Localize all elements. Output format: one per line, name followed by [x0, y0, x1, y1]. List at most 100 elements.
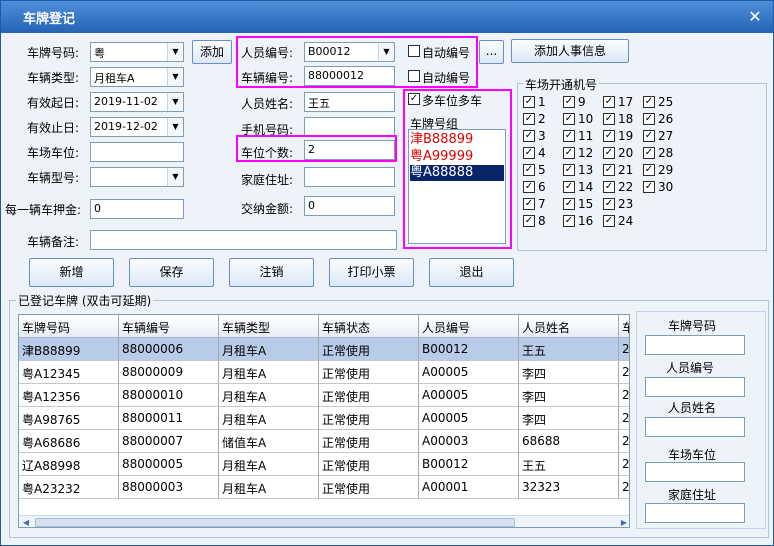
machine-number: 8	[538, 214, 546, 228]
scroll-thumb[interactable]	[35, 518, 515, 527]
machine-checkbox[interactable]: ✓	[603, 215, 615, 227]
table-cell: 津B88899	[19, 338, 119, 361]
new-button[interactable]: 新增	[29, 258, 114, 287]
machine-checkbox[interactable]: ✓	[603, 130, 615, 142]
remark-input[interactable]	[90, 230, 397, 250]
machine-number: 24	[618, 214, 634, 228]
table-cell: 月租车A	[219, 361, 319, 384]
search-plate-input[interactable]	[645, 335, 745, 355]
search-space-input[interactable]	[645, 462, 745, 482]
machine-checkbox[interactable]: ✓	[563, 147, 575, 159]
machine-checkbox[interactable]: ✓	[523, 130, 535, 142]
vehicle-type-combo[interactable]: 月租车A ▼	[90, 67, 184, 87]
machine-checkbox[interactable]: ✓	[603, 96, 615, 108]
machine-checkbox[interactable]: ✓	[643, 113, 655, 125]
column-header[interactable]: 人员编号	[419, 315, 519, 338]
table-cell: 20	[619, 476, 629, 499]
machines-group	[517, 83, 767, 251]
table-row[interactable]: 粤A6868688000007储值车A正常使用A000036868820	[19, 430, 629, 453]
close-icon[interactable]: ✕	[745, 7, 765, 27]
chevron-down-icon[interactable]: ▼	[167, 168, 183, 186]
table-cell: 王五	[519, 338, 619, 361]
registered-table[interactable]: 车牌号码 车辆编号 车辆类型 车辆状态 人员编号 人员姓名 车 津B888998…	[18, 314, 630, 528]
machine-checkbox[interactable]: ✓	[563, 164, 575, 176]
column-header[interactable]: 车辆类型	[219, 315, 319, 338]
machine-checkbox[interactable]: ✓	[643, 164, 655, 176]
end-date-picker[interactable]: 2019-12-02 ▼	[90, 117, 184, 137]
machine-number: 28	[658, 146, 674, 160]
machine-checkbox[interactable]: ✓	[603, 164, 615, 176]
machine-checkbox[interactable]: ✓	[523, 215, 535, 227]
machine-checkbox[interactable]: ✓	[643, 147, 655, 159]
machine-checkbox[interactable]: ✓	[563, 130, 575, 142]
chevron-down-icon[interactable]: ▼	[167, 68, 183, 86]
vehicle-type-label: 车辆类型:	[27, 71, 80, 85]
plate-no-combo[interactable]: 粤 ▼	[90, 42, 184, 62]
table-row[interactable]: 粤A2323288000003月租车A正常使用A000013232320	[19, 476, 629, 499]
model-label: 车辆型号:	[27, 171, 80, 185]
start-date-picker[interactable]: 2019-11-02 ▼	[90, 92, 184, 112]
table-row[interactable]: 粤A1235688000010月租车A正常使用A00005李四20	[19, 384, 629, 407]
column-header[interactable]: 车牌号码	[19, 315, 119, 338]
cancel-button[interactable]: 注销	[229, 258, 314, 287]
machine-checkbox[interactable]: ✓	[563, 198, 575, 210]
person-name-input[interactable]: 王五	[304, 92, 395, 112]
search-home-input[interactable]	[645, 503, 745, 523]
table-cell: 88000003	[119, 476, 219, 499]
column-header[interactable]: 车	[619, 315, 629, 338]
table-cell: 正常使用	[319, 407, 419, 430]
table-cell: 李四	[519, 384, 619, 407]
table-cell: 月租车A	[219, 453, 319, 476]
table-cell: 粤A98765	[19, 407, 119, 430]
machine-checkbox[interactable]: ✓	[563, 96, 575, 108]
table-header: 车牌号码 车辆编号 车辆类型 车辆状态 人员编号 人员姓名 车	[19, 315, 629, 338]
table-row[interactable]: 津B8889988000006月租车A正常使用B00012王五20	[19, 338, 629, 361]
scroll-right-icon[interactable]: ▶	[617, 516, 629, 527]
column-header[interactable]: 车辆编号	[119, 315, 219, 338]
machine-checkbox[interactable]: ✓	[523, 181, 535, 193]
machine-checkbox[interactable]: ✓	[643, 96, 655, 108]
scroll-left-icon[interactable]: ◀	[19, 516, 33, 527]
machine-checkbox[interactable]: ✓	[523, 147, 535, 159]
space-input[interactable]	[90, 142, 184, 162]
table-row[interactable]: 辽A8899888000005月租车A正常使用B00012王五20	[19, 453, 629, 476]
home-address-input[interactable]	[304, 167, 395, 187]
plate-registration-window: 车牌登记 ✕ 车牌号码: 粤 ▼ 添加 车辆类型: 月租车A ▼ 有效起日: 201…	[0, 0, 774, 546]
column-header[interactable]: 车辆状态	[319, 315, 419, 338]
search-person-no-input[interactable]	[645, 377, 745, 397]
machine-checkbox[interactable]: ✓	[523, 164, 535, 176]
exit-button[interactable]: 退出	[429, 258, 514, 287]
machine-checkbox[interactable]: ✓	[523, 113, 535, 125]
machine-checkbox[interactable]: ✓	[563, 215, 575, 227]
machine-checkbox[interactable]: ✓	[563, 181, 575, 193]
add-hr-info-button[interactable]: 添加人事信息	[511, 39, 629, 63]
deposit-input[interactable]: 0	[90, 199, 184, 219]
save-button[interactable]: 保存	[129, 258, 214, 287]
phone-input[interactable]	[304, 117, 395, 137]
search-name-input[interactable]	[645, 417, 745, 437]
print-ticket-button[interactable]: 打印小票	[329, 258, 414, 287]
add-button[interactable]: 添加	[192, 40, 232, 64]
machine-checkbox[interactable]: ✓	[603, 181, 615, 193]
table-row[interactable]: 粤A1234588000009月租车A正常使用A00005李四20	[19, 361, 629, 384]
machine-checkbox[interactable]: ✓	[523, 198, 535, 210]
chevron-down-icon[interactable]: ▼	[167, 43, 183, 61]
column-header[interactable]: 人员姓名	[519, 315, 619, 338]
model-combo[interactable]: ▼	[90, 167, 184, 187]
horizontal-scrollbar[interactable]: ◀ ▶	[19, 515, 629, 527]
chevron-down-icon[interactable]: ▼	[167, 93, 183, 111]
browse-person-button[interactable]: ...	[479, 40, 504, 64]
table-row[interactable]: 粤A9876588000011月租车A正常使用A00005李四20	[19, 407, 629, 430]
table-cell: 20	[619, 453, 629, 476]
chevron-down-icon[interactable]: ▼	[167, 118, 183, 136]
machine-checkbox[interactable]: ✓	[643, 181, 655, 193]
pay-amount-input[interactable]: 0	[304, 196, 395, 216]
machine-checkbox[interactable]: ✓	[523, 96, 535, 108]
machine-checkbox[interactable]: ✓	[563, 113, 575, 125]
table-cell: 正常使用	[319, 338, 419, 361]
machine-checkbox[interactable]: ✓	[603, 113, 615, 125]
table-cell: A00005	[419, 384, 519, 407]
machine-checkbox[interactable]: ✓	[643, 130, 655, 142]
machine-checkbox[interactable]: ✓	[603, 147, 615, 159]
machine-checkbox[interactable]: ✓	[603, 198, 615, 210]
